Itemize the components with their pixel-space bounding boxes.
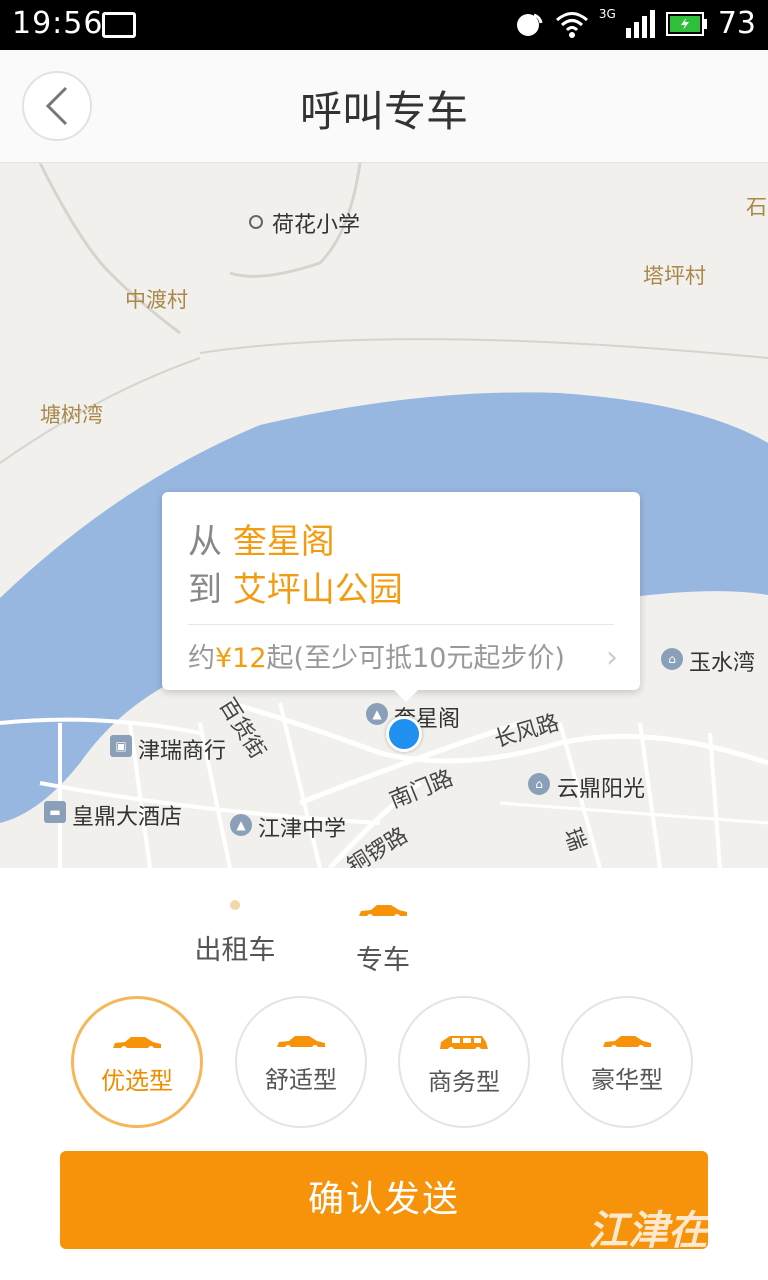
- to-prefix: 到: [188, 570, 222, 610]
- callout-divider: [188, 624, 614, 625]
- to-line: 到 艾坪山公园: [188, 562, 403, 611]
- price-suffix: 起(至少可抵10元起步价): [266, 643, 565, 674]
- current-location-marker: [386, 716, 422, 752]
- car-type-business[interactable]: 商务型: [398, 996, 530, 1128]
- map-label-jinrui-mall: 津瑞商行: [138, 739, 227, 764]
- price-estimate: 约¥12起(至少可抵10元起步价): [188, 636, 565, 675]
- from-prefix: 从: [188, 522, 222, 562]
- map-label-yushui-bay: 玉水湾: [689, 651, 756, 676]
- from-line: 从 奎星阁: [188, 514, 335, 563]
- map-label-shi: 石: [746, 195, 767, 219]
- home-icon: ⌂: [661, 648, 683, 670]
- wifi-icon: [555, 11, 588, 38]
- image-notification-icon: [102, 12, 136, 38]
- mode-label: 专车: [356, 945, 410, 976]
- map-label-tangshu-bay: 塘树湾: [40, 403, 103, 427]
- mode-indicator-dot: [230, 900, 240, 910]
- sedan-icon: [113, 1037, 161, 1052]
- car-icon: [359, 905, 407, 920]
- map-label-zhongdu-village: 中渡村: [125, 288, 188, 312]
- watermark: 江津在: [588, 1208, 708, 1254]
- page-title: 呼叫专车: [299, 87, 468, 136]
- battery-icon: [665, 11, 707, 36]
- sedan-icon: [277, 1036, 325, 1051]
- price-prefix: 约: [188, 643, 215, 674]
- price-value: ¥12: [215, 643, 267, 674]
- car-type-selector: 优选型 舒适型 商务型 豪华型: [71, 996, 701, 1132]
- battery-level: 73: [717, 6, 756, 41]
- trip-callout[interactable]: 从 奎星阁 到 艾坪山公园 约¥12起(至少可抵10元起步价) ›: [162, 492, 640, 702]
- car-type-preferred[interactable]: 优选型: [71, 996, 203, 1128]
- map-label-hehua-school: 荷花小学: [272, 213, 361, 238]
- shop-icon: ▣: [110, 735, 132, 757]
- map-label-yunding-sunshine: 云鼎阳光: [557, 777, 646, 802]
- status-bar: 19:56 3G 73: [0, 0, 768, 50]
- to-place: 艾坪山公园: [232, 570, 403, 610]
- signal-icon: [625, 9, 655, 38]
- map-label-huangding-hotel: 皇鼎大酒店: [72, 805, 183, 830]
- car-type-label: 优选型: [101, 1067, 173, 1095]
- map-label-taping-village: 塔坪村: [643, 264, 706, 288]
- mode-label: 出租车: [194, 935, 276, 966]
- chevron-right-icon: ›: [606, 640, 618, 675]
- hotel-icon: ▬: [44, 801, 66, 823]
- car-type-luxury[interactable]: 豪华型: [561, 996, 693, 1128]
- mpv-icon: [440, 1036, 488, 1053]
- mode-tab-taxi[interactable]: 出租车: [193, 900, 277, 967]
- network-type: 3G: [598, 6, 616, 21]
- scenic-icon: ▲: [366, 703, 388, 725]
- map-label-jiangjin-middle-school: 江津中学: [258, 817, 347, 842]
- nfc-icon: [516, 13, 543, 36]
- car-type-label: 商务型: [428, 1068, 500, 1096]
- status-time: 19:56: [12, 6, 104, 41]
- sedan-icon: [603, 1036, 651, 1051]
- mode-tab-premium-car[interactable]: 专车: [355, 904, 411, 977]
- car-type-comfort[interactable]: 舒适型: [235, 996, 367, 1128]
- car-type-label: 豪华型: [591, 1066, 663, 1094]
- header-bar: 呼叫专车: [0, 50, 768, 163]
- home-icon: ⌂: [528, 773, 550, 795]
- from-place: 奎星阁: [232, 522, 335, 562]
- poi-dot-icon: [249, 215, 263, 229]
- car-type-label: 舒适型: [265, 1066, 337, 1094]
- school-icon: ▲: [230, 814, 252, 836]
